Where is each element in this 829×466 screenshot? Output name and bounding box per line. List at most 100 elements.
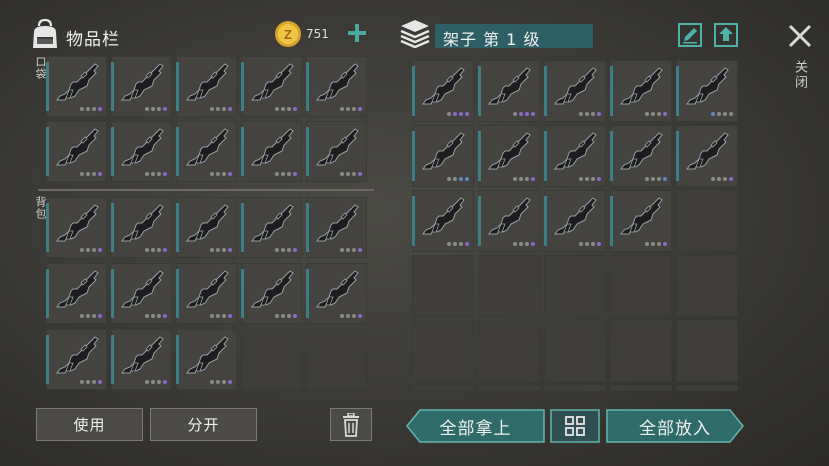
item-slot[interactable] [544, 125, 606, 187]
quality-dots [80, 380, 102, 384]
take-all-label: 全部拿上 [439, 418, 512, 439]
take-all-button[interactable]: 全部拿上 [406, 409, 545, 443]
add-coins-button[interactable] [345, 21, 369, 45]
quality-dot [358, 314, 362, 318]
item-slot[interactable] [176, 329, 237, 390]
rename-button[interactable] [677, 22, 703, 48]
empty-slot[interactable] [544, 385, 606, 391]
assault-rifle-icon [620, 197, 663, 235]
empty-slot[interactable] [412, 385, 474, 391]
empty-slot[interactable] [544, 320, 606, 382]
item-slot[interactable] [111, 56, 172, 117]
item-slot[interactable] [111, 197, 172, 258]
slot-accent-bar [610, 196, 613, 246]
quality-dot [465, 177, 469, 181]
slot-accent-bar [610, 131, 613, 181]
quality-dots [275, 314, 297, 318]
quality-dots [447, 242, 469, 246]
empty-slot[interactable] [412, 320, 474, 382]
item-slot[interactable] [111, 263, 172, 324]
quality-dot [92, 380, 96, 384]
empty-slot[interactable] [676, 320, 738, 382]
empty-slot[interactable] [478, 385, 540, 391]
upgrade-button[interactable] [713, 22, 739, 48]
empty-slot[interactable] [544, 255, 606, 317]
item-slot[interactable] [610, 60, 672, 122]
item-slot[interactable] [306, 263, 367, 324]
use-button[interactable]: 使用 [36, 408, 143, 441]
quality-dot [645, 242, 649, 246]
item-slot[interactable] [46, 263, 107, 324]
backpack-icon [33, 18, 57, 48]
empty-slot[interactable] [306, 329, 367, 390]
item-slot[interactable] [676, 125, 738, 187]
item-slot[interactable] [46, 329, 107, 390]
item-slot[interactable] [46, 56, 107, 117]
item-slot[interactable] [610, 190, 672, 252]
item-slot[interactable] [544, 60, 606, 122]
item-slot[interactable] [478, 125, 540, 187]
quality-dot [346, 248, 350, 252]
assault-rifle-icon [316, 128, 359, 166]
item-slot[interactable] [544, 190, 606, 252]
item-slot[interactable] [241, 263, 302, 324]
empty-slot[interactable] [610, 255, 672, 317]
item-slot[interactable] [306, 56, 367, 117]
sort-button[interactable] [550, 409, 600, 443]
assault-rifle-icon [186, 204, 229, 242]
item-slot[interactable] [241, 197, 302, 258]
item-slot[interactable] [412, 60, 474, 122]
empty-slot[interactable] [241, 329, 302, 390]
put-all-button[interactable]: 全部放入 [606, 409, 744, 443]
empty-slot[interactable] [610, 385, 672, 391]
assault-rifle-icon [686, 67, 729, 105]
empty-slot[interactable] [478, 255, 540, 317]
slot-accent-bar [241, 203, 244, 252]
quality-dot [151, 107, 155, 111]
quality-dot [98, 248, 102, 252]
item-slot[interactable] [111, 329, 172, 390]
quality-dot [210, 172, 214, 176]
item-slot[interactable] [176, 121, 237, 182]
quality-dot [222, 380, 226, 384]
item-slot[interactable] [176, 197, 237, 258]
item-slot[interactable] [241, 121, 302, 182]
quality-dot [145, 248, 149, 252]
item-slot[interactable] [306, 197, 367, 258]
item-slot[interactable] [241, 56, 302, 117]
quality-dot [651, 112, 655, 116]
discard-button[interactable] [330, 408, 372, 441]
quality-dot [86, 314, 90, 318]
quality-dot [447, 177, 451, 181]
quality-dots [645, 242, 667, 246]
quality-dot [287, 107, 291, 111]
item-slot[interactable] [176, 263, 237, 324]
quality-dot [145, 380, 149, 384]
quality-dot [145, 314, 149, 318]
empty-slot[interactable] [676, 190, 738, 252]
quality-dot [210, 107, 214, 111]
quality-dot [663, 242, 667, 246]
empty-slot[interactable] [676, 385, 738, 391]
slot-accent-bar [478, 131, 481, 181]
quality-dot [163, 380, 167, 384]
item-slot[interactable] [46, 121, 107, 182]
empty-slot[interactable] [478, 320, 540, 382]
item-slot[interactable] [306, 121, 367, 182]
empty-slot[interactable] [610, 320, 672, 382]
item-slot[interactable] [478, 60, 540, 122]
item-slot[interactable] [176, 56, 237, 117]
quality-dot [717, 177, 721, 181]
empty-slot[interactable] [676, 255, 738, 317]
item-slot[interactable] [412, 125, 474, 187]
item-slot[interactable] [46, 197, 107, 258]
item-slot[interactable] [610, 125, 672, 187]
quality-dots [275, 172, 297, 176]
item-slot[interactable] [478, 190, 540, 252]
item-slot[interactable] [676, 60, 738, 122]
split-button[interactable]: 分开 [150, 408, 257, 441]
slot-accent-bar [111, 62, 114, 111]
item-slot[interactable] [412, 190, 474, 252]
item-slot[interactable] [111, 121, 172, 182]
empty-slot[interactable] [412, 255, 474, 317]
